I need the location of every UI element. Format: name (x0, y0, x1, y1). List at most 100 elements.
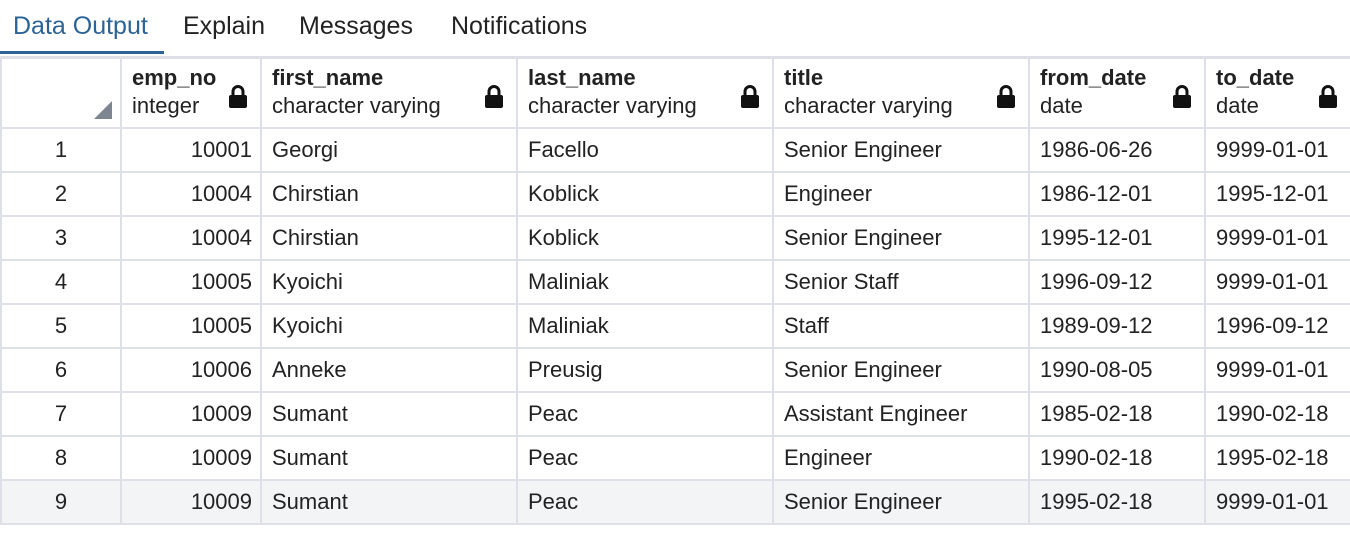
cell-title[interactable]: Senior Staff (772, 259, 1030, 305)
header-row: emp_nointeger first_name character varyin… (0, 57, 1350, 129)
row-number[interactable]: 4 (0, 259, 122, 305)
row-number[interactable]: 5 (0, 303, 122, 349)
row-number[interactable]: 2 (0, 171, 122, 217)
row-number[interactable]: 6 (0, 347, 122, 393)
cell-emp-no[interactable]: 10004 (120, 215, 262, 261)
cell-from-date[interactable]: 1986-06-26 (1028, 127, 1206, 173)
cell-first-name[interactable]: Anneke (260, 347, 518, 393)
table-row[interactable]: 5 10005 Kyoichi Maliniak Staff 1989-09-12 1996… (0, 303, 1350, 349)
cell-last-name[interactable]: Koblick (516, 215, 774, 261)
cell-emp-no[interactable]: 10005 (120, 259, 262, 305)
cell-title[interactable]: Engineer (772, 171, 1030, 217)
cell-first-name[interactable]: Georgi (260, 127, 518, 173)
cell-emp-no[interactable]: 10005 (120, 303, 262, 349)
cell-last-name[interactable]: Peac (516, 391, 774, 437)
cell-from-date[interactable]: 1989-09-12 (1028, 303, 1206, 349)
result-tabs: Data Output Explain Messages Notificatio… (0, 0, 1350, 57)
column-header-emp-no[interactable]: emp_nointeger (120, 57, 262, 129)
cell-emp-no[interactable]: 10006 (120, 347, 262, 393)
table-row[interactable]: 9 10009 Sumant Peac Senior Engineer 1995-02-1… (0, 479, 1350, 525)
cell-first-name[interactable]: Kyoichi (260, 259, 518, 305)
table-row[interactable]: 7 10009 Sumant Peac Assistant Engineer 1985-0… (0, 391, 1350, 437)
cell-to-date[interactable]: 1996-09-12 (1204, 303, 1350, 349)
cell-to-date[interactable]: 9999-01-01 (1204, 259, 1350, 305)
cell-last-name[interactable]: Preusig (516, 347, 774, 393)
table-row[interactable]: 1 10001 Georgi Facello Senior Engineer 1986-0… (0, 127, 1350, 173)
tab-messages[interactable]: Messages (299, 8, 413, 48)
column-name: to_date (1216, 65, 1295, 90)
cell-last-name[interactable]: Maliniak (516, 303, 774, 349)
cell-last-name[interactable]: Peac (516, 435, 774, 481)
tab-explain[interactable]: Explain (183, 8, 265, 48)
cell-title[interactable]: Staff (772, 303, 1030, 349)
cell-emp-no[interactable]: 10009 (120, 391, 262, 437)
cell-from-date[interactable]: 1996-09-12 (1028, 259, 1206, 305)
table-row[interactable]: 8 10009 Sumant Peac Engineer 1990-02-18 1995-0… (0, 435, 1350, 481)
cell-first-name[interactable]: Sumant (260, 391, 518, 437)
lock-icon (1172, 85, 1192, 109)
cell-to-date[interactable]: 9999-01-01 (1204, 347, 1350, 393)
column-header-to-date[interactable]: to_datedate (1204, 57, 1350, 129)
cell-emp-no[interactable]: 10009 (120, 479, 262, 525)
column-header-title[interactable]: title character varying (772, 57, 1030, 129)
column-type: date (1216, 93, 1259, 118)
cell-title[interactable]: Senior Engineer (772, 215, 1030, 261)
resize-corner-icon (94, 101, 112, 119)
cell-first-name[interactable]: Sumant (260, 479, 518, 525)
column-type: date (1040, 93, 1083, 118)
tab-data-output[interactable]: Data Output (13, 8, 148, 48)
cell-to-date[interactable]: 1990-02-18 (1204, 391, 1350, 437)
table-row[interactable]: 2 10004 Chirstian Koblick Engineer 1986-12-01… (0, 171, 1350, 217)
cell-last-name[interactable]: Koblick (516, 171, 774, 217)
column-header-last-name[interactable]: last_name character varying (516, 57, 774, 129)
cell-title[interactable]: Senior Engineer (772, 347, 1030, 393)
cell-from-date[interactable]: 1995-02-18 (1028, 479, 1206, 525)
row-number[interactable]: 7 (0, 391, 122, 437)
tab-notifications[interactable]: Notifications (451, 8, 587, 48)
cell-emp-no[interactable]: 10009 (120, 435, 262, 481)
row-number[interactable]: 9 (0, 479, 122, 525)
cell-title[interactable]: Senior Engineer (772, 479, 1030, 525)
cell-last-name[interactable]: Peac (516, 479, 774, 525)
column-type: integer (132, 93, 200, 118)
cell-to-date[interactable]: 9999-01-01 (1204, 479, 1350, 525)
cell-to-date[interactable]: 9999-01-01 (1204, 215, 1350, 261)
table-row[interactable]: 6 10006 Anneke Preusig Senior Engineer 1990-0… (0, 347, 1350, 393)
cell-emp-no[interactable]: 10001 (120, 127, 262, 173)
column-type: character varying (272, 93, 441, 118)
table-row[interactable]: 4 10005 Kyoichi Maliniak Senior Staff 1996-09… (0, 259, 1350, 305)
cell-last-name[interactable]: Facello (516, 127, 774, 173)
column-name: from_date (1040, 65, 1147, 90)
cell-last-name[interactable]: Maliniak (516, 259, 774, 305)
column-name: emp_no (132, 65, 217, 90)
cell-first-name[interactable]: Sumant (260, 435, 518, 481)
cell-title[interactable]: Senior Engineer (772, 127, 1030, 173)
cell-from-date[interactable]: 1986-12-01 (1028, 171, 1206, 217)
row-number[interactable]: 1 (0, 127, 122, 173)
cell-from-date[interactable]: 1990-08-05 (1028, 347, 1206, 393)
cell-from-date[interactable]: 1990-02-18 (1028, 435, 1206, 481)
column-name: title (784, 65, 824, 90)
lock-icon (740, 85, 760, 109)
cell-first-name[interactable]: Chirstian (260, 171, 518, 217)
row-number[interactable]: 3 (0, 215, 122, 261)
column-header-first-name[interactable]: first_name character varying (260, 57, 518, 129)
cell-first-name[interactable]: Kyoichi (260, 303, 518, 349)
grid-body: 1 10001 Georgi Facello Senior Engineer 1986-0… (0, 127, 1350, 525)
cell-from-date[interactable]: 1985-02-18 (1028, 391, 1206, 437)
table-row[interactable]: 3 10004 Chirstian Koblick Senior Engineer 199… (0, 215, 1350, 261)
cell-title[interactable]: Assistant Engineer (772, 391, 1030, 437)
cell-from-date[interactable]: 1995-12-01 (1028, 215, 1206, 261)
column-name: first_name (272, 65, 384, 90)
cell-to-date[interactable]: 1995-12-01 (1204, 171, 1350, 217)
cell-to-date[interactable]: 1995-02-18 (1204, 435, 1350, 481)
row-number[interactable]: 8 (0, 435, 122, 481)
cell-emp-no[interactable]: 10004 (120, 171, 262, 217)
cell-first-name[interactable]: Chirstian (260, 215, 518, 261)
cell-to-date[interactable]: 9999-01-01 (1204, 127, 1350, 173)
active-tab-indicator (0, 51, 164, 54)
column-header-from-date[interactable]: from_datedate (1028, 57, 1206, 129)
column-type: character varying (528, 93, 697, 118)
select-all-corner[interactable] (0, 57, 122, 129)
cell-title[interactable]: Engineer (772, 435, 1030, 481)
